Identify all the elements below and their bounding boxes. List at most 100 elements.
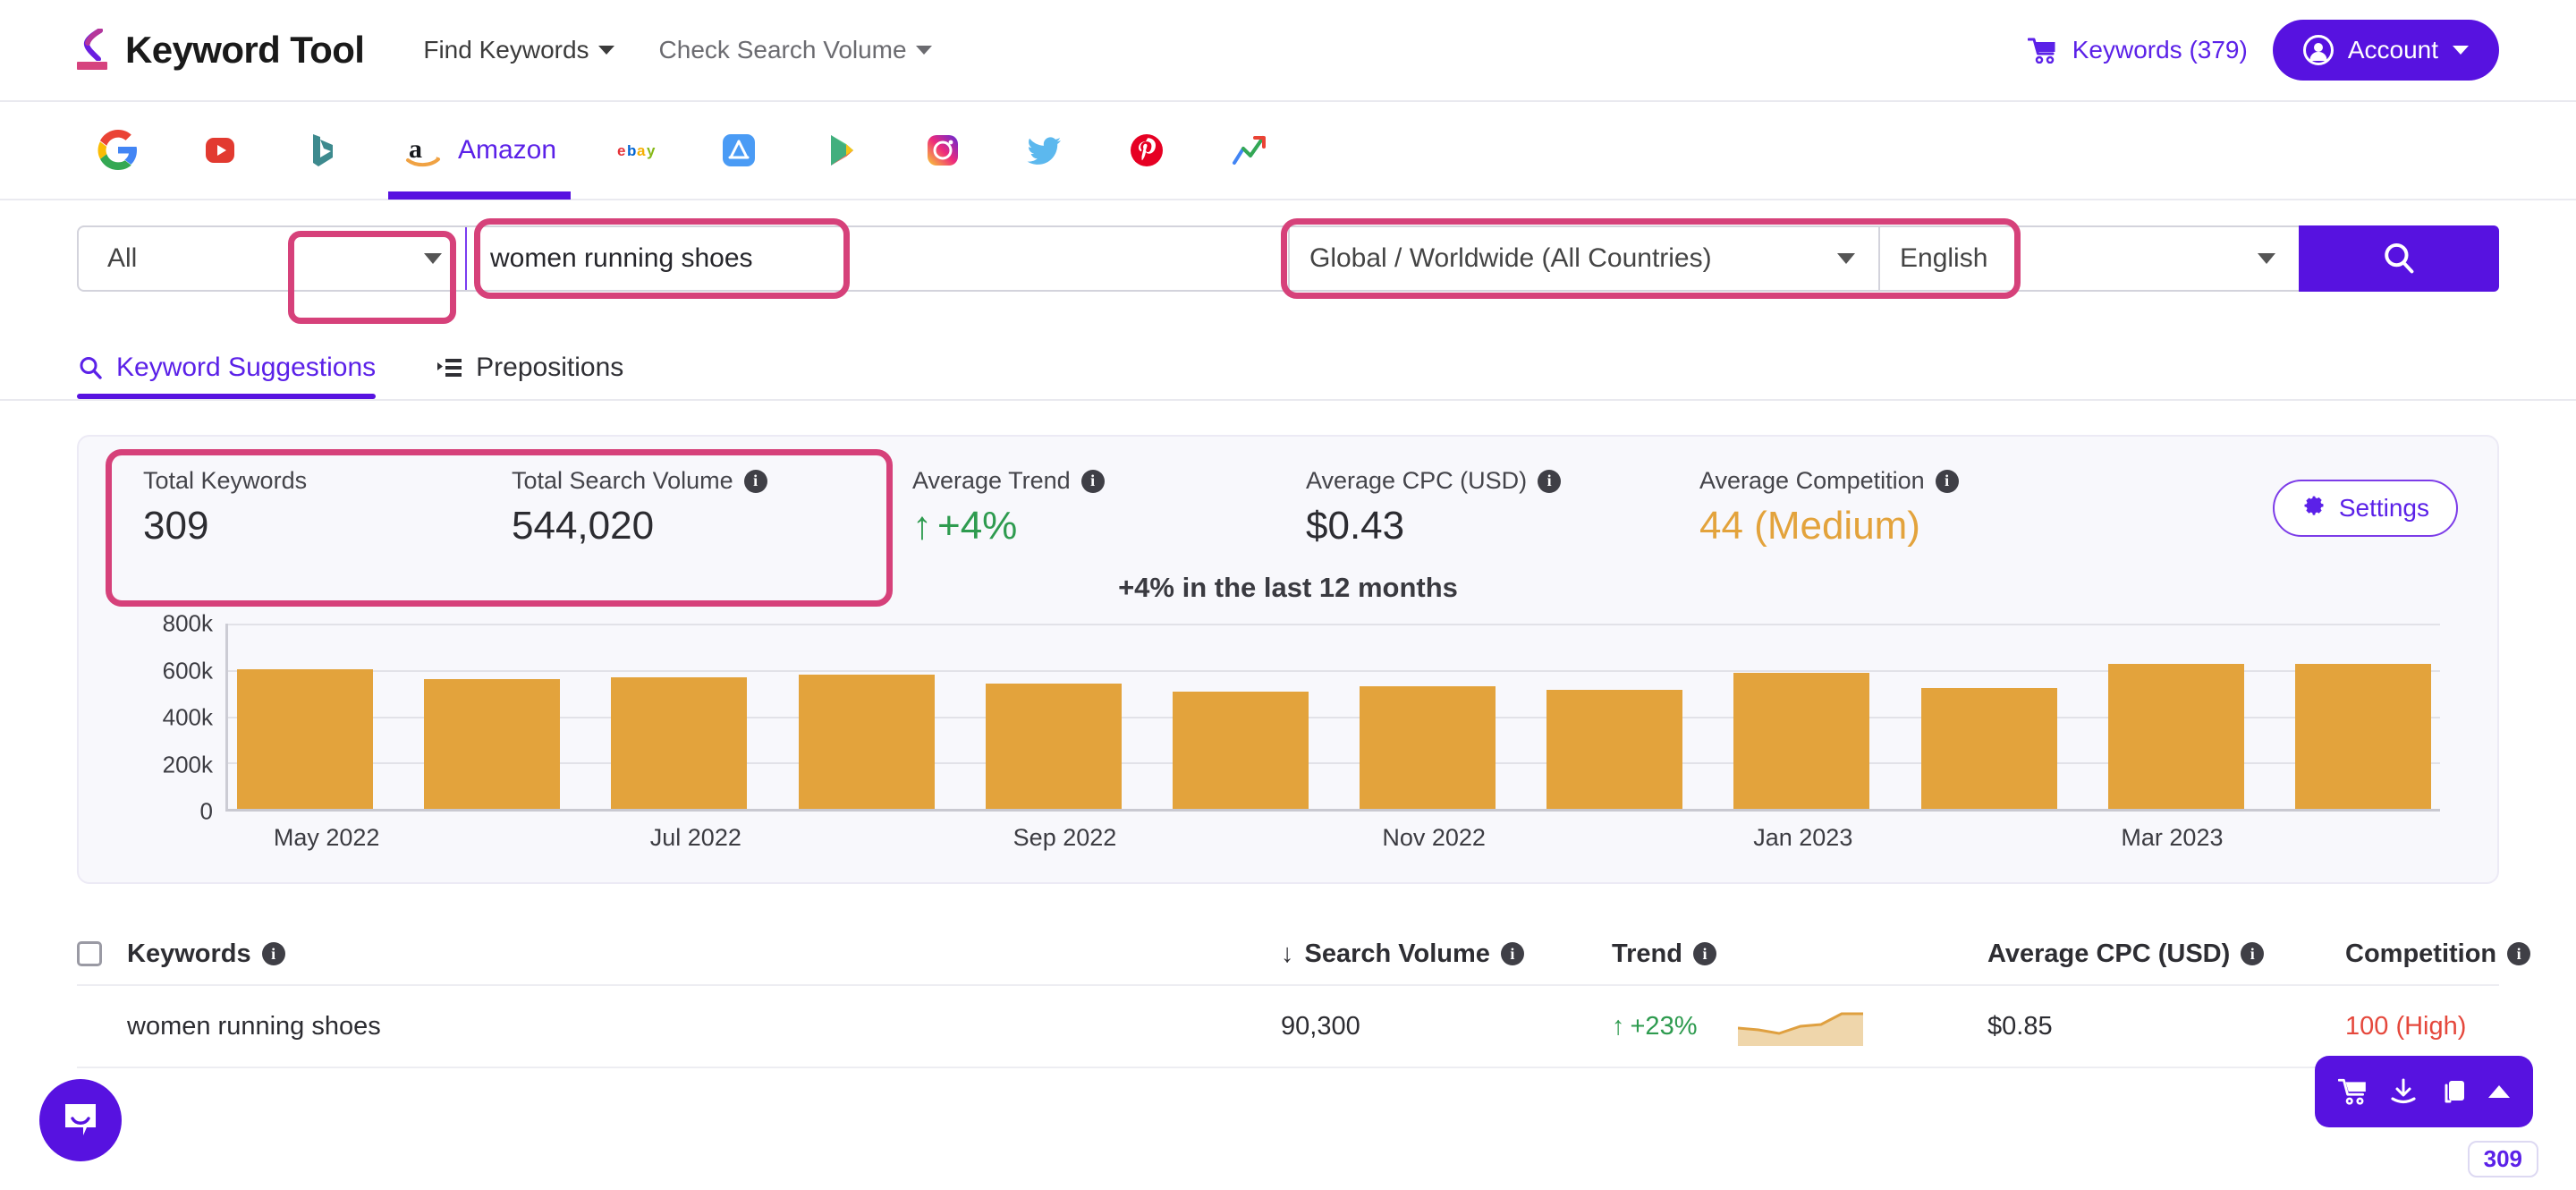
settings-button[interactable]: Settings — [2272, 479, 2458, 537]
google-icon — [97, 129, 140, 172]
amazon-icon: a — [402, 129, 445, 172]
chart-bar[interactable] — [237, 668, 373, 809]
export-action-dock[interactable] — [2315, 1056, 2533, 1127]
chevron-down-icon — [915, 46, 932, 55]
keywords-cart-button[interactable]: Keywords (379) — [2027, 36, 2248, 64]
info-icon[interactable]: i — [2241, 942, 2265, 965]
keyword-input[interactable]: women running shoes — [465, 227, 1288, 290]
search-button[interactable] — [2299, 225, 2499, 292]
metric-average-cpc-label: Average CPC (USD) i — [1306, 467, 1699, 495]
y-tick-label: 0 — [199, 797, 213, 825]
header-actions: Keywords (379) Account — [2027, 20, 2499, 81]
info-icon[interactable]: i — [2507, 942, 2531, 965]
info-icon[interactable]: i — [743, 469, 767, 493]
platform-tab-instagram[interactable] — [902, 101, 984, 200]
svg-text:a: a — [637, 142, 646, 159]
chat-support-button[interactable] — [39, 1079, 122, 1161]
copy-icon[interactable] — [2438, 1077, 2469, 1106]
platform-tab-ebay[interactable]: e b a y — [596, 101, 678, 200]
chart-bar[interactable] — [424, 678, 561, 809]
info-icon[interactable]: i — [1538, 469, 1562, 493]
column-header-average-cpc-label: Average CPC (USD) — [1987, 939, 2231, 968]
platform-tab-twitter[interactable] — [1004, 101, 1086, 200]
platform-tab-app-store[interactable] — [698, 101, 780, 200]
chart-bar[interactable] — [2294, 664, 2431, 809]
platform-tab-pinterest[interactable] — [1106, 101, 1188, 200]
column-header-average-cpc[interactable]: Average CPC (USD) i — [1987, 939, 2345, 969]
metric-total-search-volume-label-text: Total Search Volume — [512, 467, 733, 494]
column-header-trend[interactable]: Trend i — [1612, 939, 1987, 969]
trend-up-arrow-icon: ↑ — [912, 504, 932, 548]
chevron-up-icon[interactable] — [2488, 1085, 2510, 1098]
account-button[interactable]: Account — [2272, 20, 2499, 81]
info-icon[interactable]: i — [1080, 469, 1105, 493]
info-icon[interactable]: i — [1500, 942, 1524, 965]
info-icon[interactable]: i — [1935, 469, 1959, 493]
chart-title: +4% in the last 12 months — [1118, 572, 1458, 603]
info-icon[interactable]: i — [1692, 942, 1716, 965]
nav-check-search-volume-label: Check Search Volume — [658, 36, 907, 64]
column-header-search-volume[interactable]: ↓ Search Volume i — [1281, 939, 1612, 969]
download-icon[interactable] — [2388, 1077, 2419, 1106]
brand-logo[interactable]: Keyword Tool — [77, 29, 365, 72]
platform-tab-play-store[interactable] — [800, 101, 882, 200]
metric-average-cpc-label-text: Average CPC (USD) — [1306, 467, 1528, 494]
search-icon — [80, 357, 102, 379]
column-header-keywords[interactable]: Keywords i — [127, 939, 1281, 969]
metric-total-keywords-value: 309 — [143, 504, 209, 548]
chart-bar[interactable] — [1920, 687, 2057, 809]
table-header-row: Keywords i ↓ Search Volume i Trend i Ave… — [77, 923, 2531, 986]
app-header: Keyword Tool Find Keywords Check Search … — [0, 0, 2576, 102]
cell-trend-value: ↑ +23% — [1612, 1012, 1697, 1041]
column-header-competition[interactable]: Competition i — [2345, 939, 2576, 969]
platform-tab-amazon[interactable]: a Amazon — [383, 101, 576, 200]
table-row[interactable]: women running shoes 90,300 ↑ +23% $0.85 … — [77, 986, 2499, 1068]
chart-bar[interactable] — [2107, 663, 2244, 809]
chevron-down-icon — [2258, 253, 2275, 264]
chart-x-axis: May 2022 Jul 2022 Sep 2022 Nov 2022 Jan 2023… — [225, 824, 2458, 852]
metric-total-search-volume: Total Search Volume i 544,020 — [512, 467, 912, 548]
select-all-checkbox[interactable] — [77, 941, 102, 966]
x-tick-label — [419, 824, 603, 852]
tab-keyword-suggestions[interactable]: Keyword Suggestions — [77, 353, 377, 399]
add-to-cart-icon[interactable] — [2338, 1077, 2368, 1106]
category-select[interactable]: All — [79, 227, 465, 290]
language-select[interactable]: English — [1878, 227, 2299, 290]
settings-button-label: Settings — [2338, 493, 2429, 522]
country-select[interactable]: Global / Worldwide (All Countries) — [1288, 227, 1878, 290]
chart-bar[interactable] — [1172, 692, 1309, 809]
y-tick-label: 200k — [162, 751, 213, 778]
platform-tab-google-trends[interactable] — [1208, 101, 1290, 200]
search-row: All women running shoes Global / Worldwi… — [0, 200, 2576, 315]
cell-search-volume: 90,300 — [1281, 1011, 1360, 1041]
chart-bar[interactable] — [1546, 689, 1683, 809]
chart-bar[interactable] — [1360, 685, 1496, 809]
tab-prepositions[interactable]: Prepositions — [436, 353, 623, 399]
nav-check-search-volume[interactable]: Check Search Volume — [659, 36, 932, 64]
metrics-row: Total Keywords 309 Total Search Volume i… — [106, 449, 2458, 607]
x-tick-label — [1157, 824, 1342, 852]
account-label: Account — [2347, 36, 2438, 64]
user-avatar-icon — [2302, 35, 2334, 65]
platform-tab-youtube[interactable] — [179, 101, 261, 200]
info-icon[interactable]: i — [261, 942, 285, 965]
platform-tab-google[interactable] — [77, 101, 159, 200]
svg-text:y: y — [647, 142, 656, 159]
chart-bar[interactable] — [611, 677, 748, 809]
cell-trend: ↑ +23% — [1612, 1007, 1987, 1046]
country-select-value: Global / Worldwide (All Countries) — [1309, 243, 1712, 273]
nav-find-keywords[interactable]: Find Keywords — [423, 36, 614, 64]
chart-bar[interactable] — [1733, 673, 1870, 809]
platform-tab-bing[interactable] — [281, 101, 363, 200]
keyword-tool-logo-icon — [77, 29, 107, 72]
shopping-cart-icon — [2027, 37, 2058, 64]
keywords-cart-label: Keywords (379) — [2072, 36, 2248, 64]
play-store-icon — [819, 129, 862, 172]
chart-bar[interactable] — [798, 675, 935, 809]
chart-bar[interactable] — [985, 684, 1122, 809]
chart-y-axis: 800k 600k 400k 200k 0 — [118, 610, 225, 825]
bing-icon — [301, 129, 343, 172]
twitter-icon — [1023, 129, 1066, 172]
logo-chevron-icon — [83, 29, 103, 61]
main-nav: Find Keywords Check Search Volume — [423, 36, 932, 64]
